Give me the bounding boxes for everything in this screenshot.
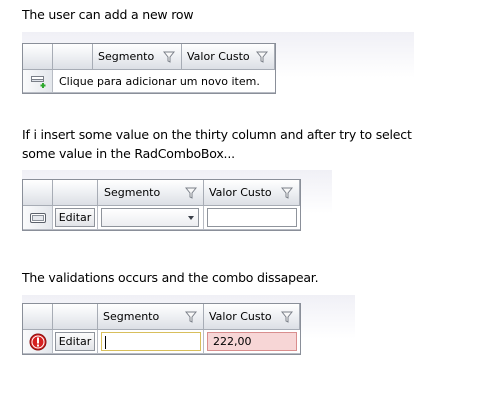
grid1-add-row-indicator[interactable] [23,70,53,93]
grid2-row-indicator [23,206,53,230]
valor-custo-input[interactable]: 222,00 [207,332,297,351]
grid3-header-segmento[interactable]: Segmento [98,304,204,330]
grid1-header-corner [23,44,53,70]
grid1-header-segmento[interactable]: Segmento [93,44,182,70]
edit-button[interactable]: Editar [55,208,95,227]
grid3-edit-cell: Editar [53,330,98,354]
segmento-input[interactable] [101,332,201,351]
filter-icon[interactable] [163,51,175,63]
grid3-header-segmento-label: Segmento [103,310,160,323]
filter-icon[interactable] [281,187,293,199]
grid3-header-corner [23,304,53,330]
grid1-header-blank [53,44,93,70]
add-new-row-text[interactable]: Clique para adicionar um novo item. [53,75,260,88]
grid2-valor-cell [204,206,300,230]
caption-insert-line1: If i insert some value on the thirty col… [22,127,412,142]
grid3-header-valor-custo-label: Valor Custo [209,310,272,323]
grid2-header-segmento[interactable]: Segmento [98,180,204,206]
edit-button[interactable]: Editar [55,332,95,351]
caption-insert-line2: some value in the RadComboBox... [22,146,235,161]
grid2-header-valor-custo[interactable]: Valor Custo [204,180,300,206]
grid2: Segmento Valor Custo Editar [22,179,301,231]
error-icon [29,333,47,351]
combo-dropdown-icon[interactable] [188,216,194,220]
filter-icon[interactable] [185,311,197,323]
filter-icon[interactable] [185,187,197,199]
filter-icon[interactable] [281,311,293,323]
grid2-header-valor-custo-label: Valor Custo [209,186,272,199]
caption-add-row: The user can add a new row [22,7,194,22]
grid1-header-segmento-label: Segmento [98,50,155,63]
grid2-segmento-cell [98,206,204,230]
valor-custo-input-value: 222,00 [213,335,252,348]
page: The user can add a new row Segmento Valo… [0,0,500,400]
edit-row-indicator-icon [30,213,46,223]
segmento-combobox[interactable] [101,208,199,227]
grid3-header-blank [53,304,98,330]
grid2-header-corner [23,180,53,206]
grid2-header-blank [53,180,98,206]
grid3-header-valor-custo[interactable]: Valor Custo [204,304,300,330]
grid3: Segmento Valor Custo Editar 222,00 [22,303,301,355]
caption-validation: The validations occurs and the combo dis… [22,270,319,285]
grid1-header-valor-custo-label: Valor Custo [187,50,250,63]
grid2-header-segmento-label: Segmento [104,186,161,199]
text-caret [105,336,106,349]
grid3-valor-cell: 222,00 [204,330,300,354]
grid3-row-indicator [23,330,53,354]
grid1-add-row-cell[interactable]: Clique para adicionar um novo item. [53,70,275,93]
add-row-icon[interactable] [31,75,47,89]
filter-icon[interactable] [256,51,268,63]
edit-button-label: Editar [58,335,92,348]
grid1-header-valor-custo[interactable]: Valor Custo [182,44,275,70]
edit-button-label: Editar [58,211,92,224]
valor-custo-input[interactable] [207,208,297,227]
grid1: Segmento Valor Custo Clique para adicion… [22,43,276,94]
grid2-edit-cell: Editar [53,206,98,230]
grid3-segmento-cell [98,330,204,354]
